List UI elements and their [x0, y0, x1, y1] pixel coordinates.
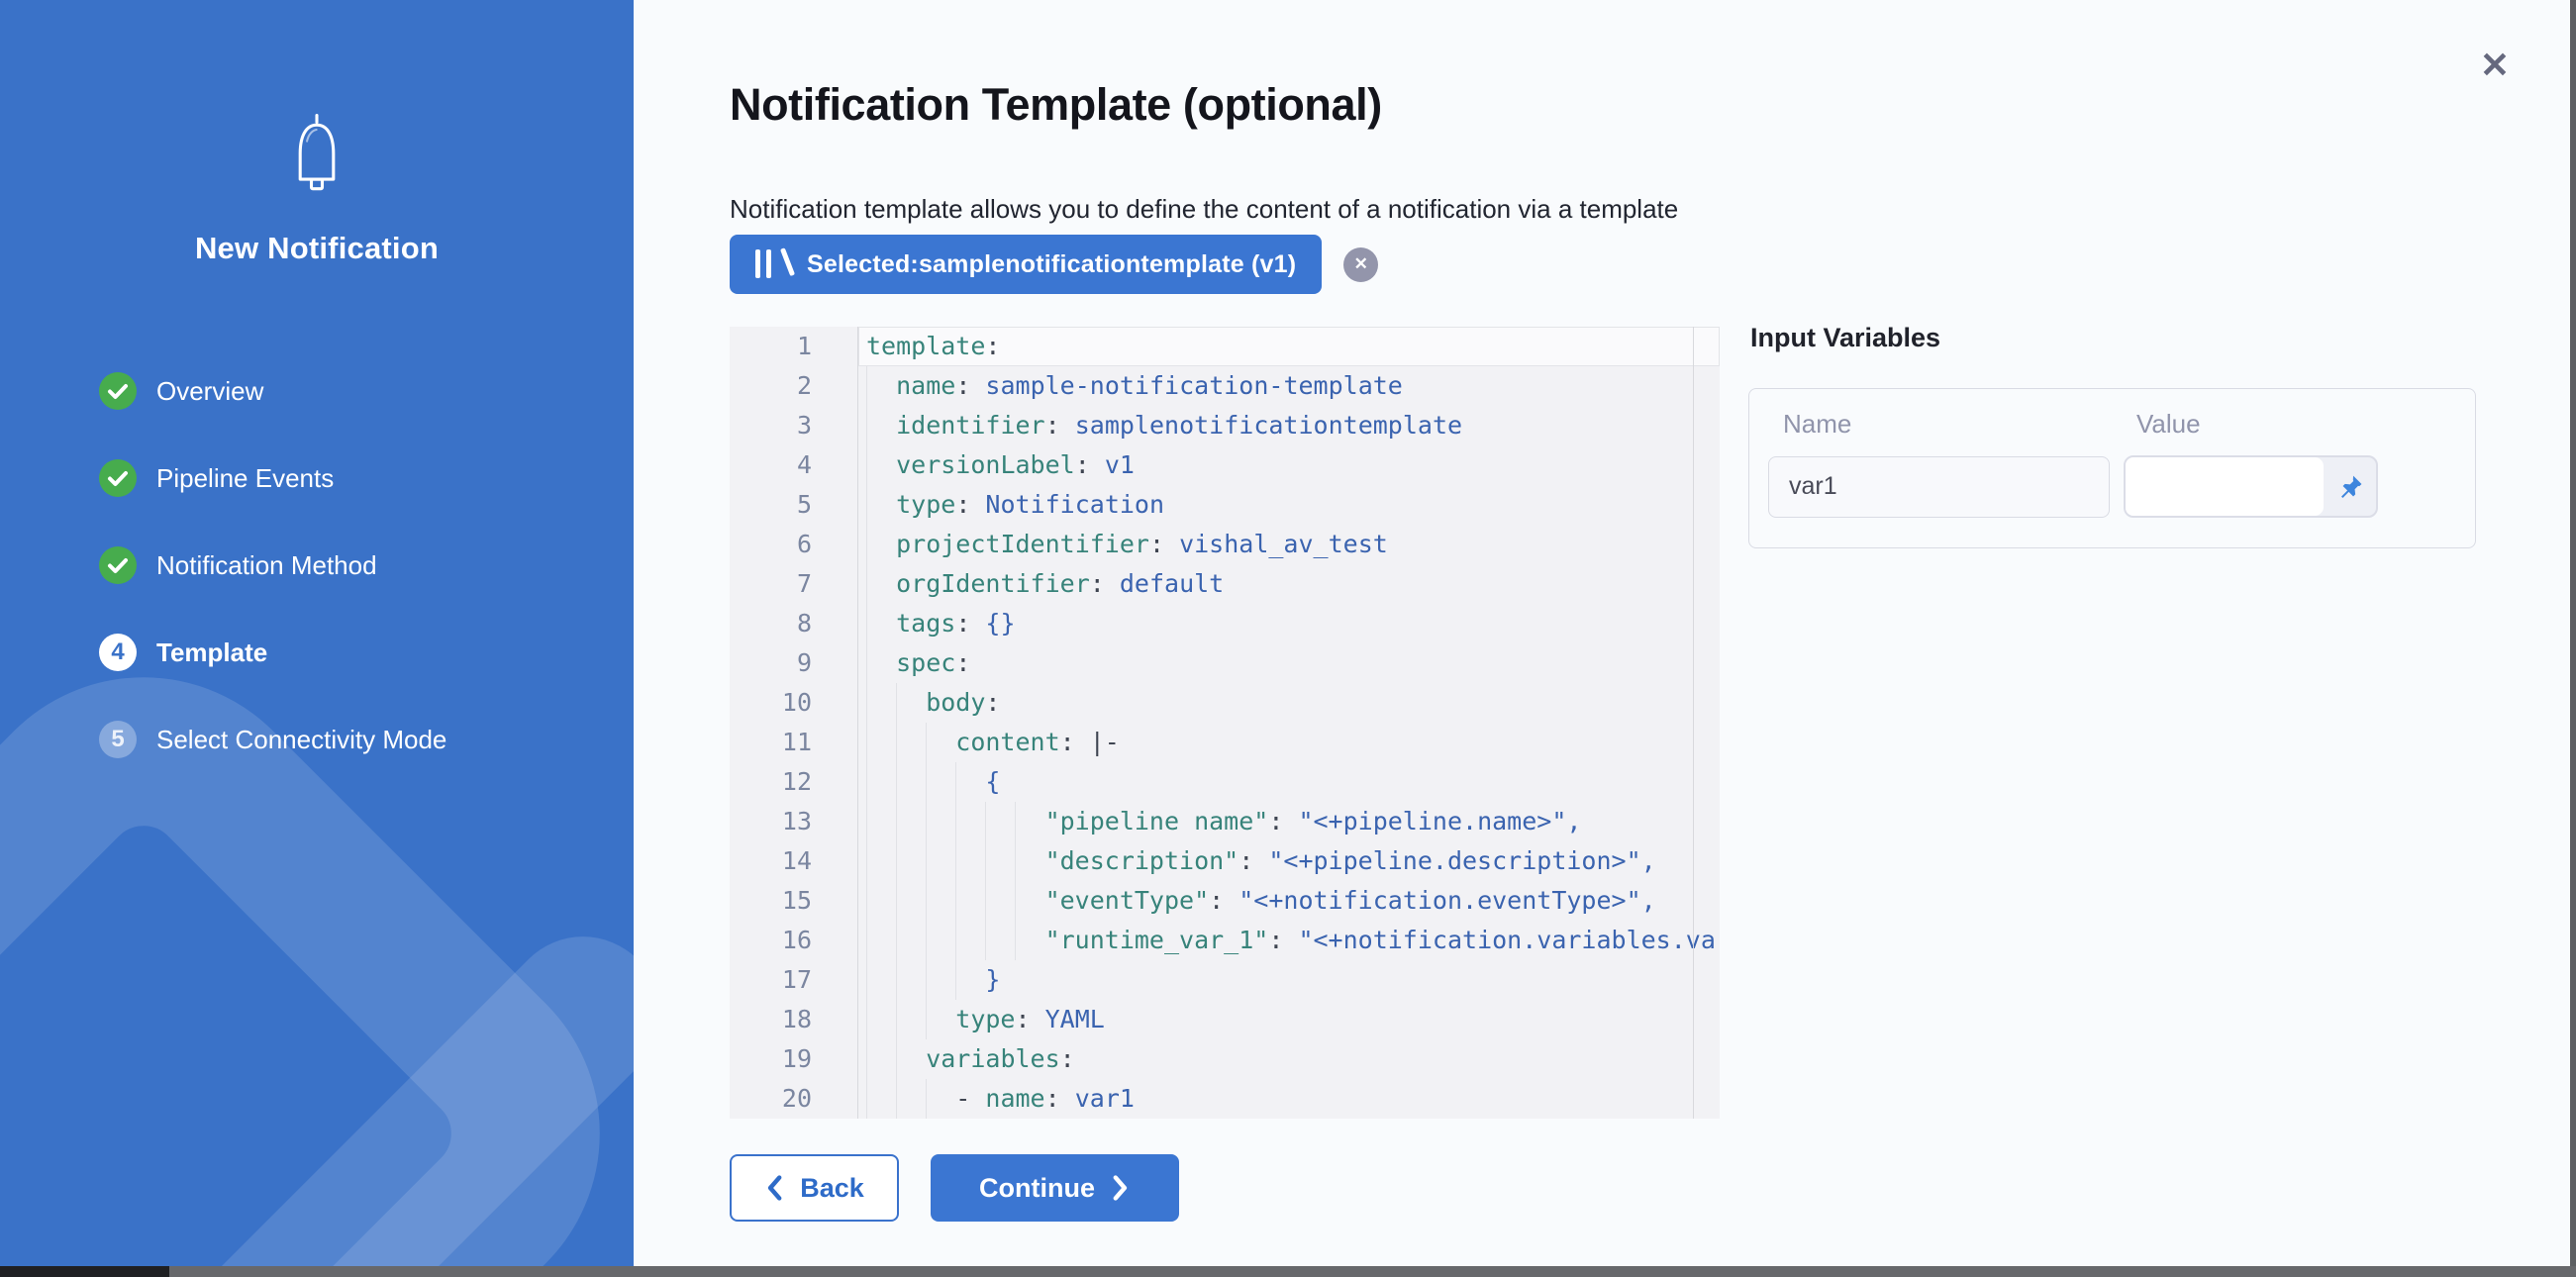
code-line: 18type: YAML [730, 1000, 1720, 1039]
sidebar-step-select-connectivity-mode[interactable]: 5 Select Connectivity Mode [99, 696, 594, 783]
yaml-editor[interactable]: 1template:2name: sample-notification-tem… [730, 327, 1720, 1119]
sidebar-step-template[interactable]: 4 Template [99, 609, 594, 696]
back-button[interactable]: Back [730, 1154, 899, 1222]
line-number: 9 [730, 643, 858, 683]
remove-template-button[interactable]: ✕ [1343, 247, 1378, 282]
step-label: Template [156, 638, 267, 668]
selected-template-chip[interactable]: Selected:samplenotificationtemplate (v1) [730, 235, 1322, 294]
line-number: 13 [730, 802, 858, 841]
code-line: 9spec: [730, 643, 1720, 683]
code-line: 12{ [730, 762, 1720, 802]
footer-actions: Back Continue [730, 1154, 1179, 1222]
code-line: 16"runtime_var_1": "<+notification.varia… [730, 921, 1720, 960]
main-panel: ✕ Notification Template (optional) Notif… [634, 0, 2576, 1277]
variable-name-input[interactable] [1768, 456, 2110, 518]
line-number: 15 [730, 881, 858, 921]
step-number: 4 [99, 634, 137, 671]
template-library-icon [755, 249, 791, 279]
close-icon: ✕ [1354, 254, 1368, 274]
code-line: 7orgIdentifier: default [730, 564, 1720, 604]
horizontal-scrollbar[interactable] [0, 1266, 2576, 1277]
continue-button[interactable]: Continue [931, 1154, 1179, 1222]
input-variables-card: Name Value [1748, 388, 2476, 548]
back-button-label: Back [800, 1173, 864, 1204]
line-number: 12 [730, 762, 858, 802]
step-number: 5 [99, 721, 137, 758]
code-line: 4versionLabel: v1 [730, 445, 1720, 485]
code-line: 19variables: [730, 1039, 1720, 1079]
horizontal-scrollbar-thumb[interactable] [0, 1266, 169, 1277]
line-number: 3 [730, 406, 858, 445]
code-line: 13"pipeline name": "<+pipeline.name>", [730, 802, 1720, 841]
variable-rows [1749, 455, 2475, 518]
selected-template-row: Selected:samplenotificationtemplate (v1)… [730, 235, 1378, 294]
wizard-steps: Overview Pipeline Events Notification Meth… [99, 347, 594, 783]
line-number: 5 [730, 485, 858, 525]
variable-row [1749, 455, 2475, 518]
chevron-right-icon [1111, 1175, 1131, 1201]
code-lines: 1template:2name: sample-notification-tem… [730, 327, 1720, 1119]
code-line: 6projectIdentifier: vishal_av_test [730, 525, 1720, 564]
wizard-title: New Notification [0, 231, 634, 266]
line-number: 2 [730, 366, 858, 406]
step-label: Select Connectivity Mode [156, 725, 446, 755]
wizard-sidebar: New Notification Overview Pipeline Events… [0, 0, 634, 1277]
line-number: 1 [730, 327, 858, 366]
vertical-scrollbar[interactable] [2570, 0, 2576, 1277]
code-line: 11content: |- [730, 723, 1720, 762]
line-number: 10 [730, 683, 858, 723]
line-number: 18 [730, 1000, 858, 1039]
code-line: 1template: [730, 327, 1720, 366]
step-label: Notification Method [156, 550, 377, 581]
line-number: 4 [730, 445, 858, 485]
check-icon [99, 546, 137, 584]
line-number: 19 [730, 1039, 858, 1079]
close-button[interactable]: ✕ [2471, 42, 2519, 89]
step-label: Overview [156, 376, 263, 407]
code-line: 5type: Notification [730, 485, 1720, 525]
page-description: Notification template allows you to defi… [730, 194, 1678, 225]
code-line: 2name: sample-notification-template [730, 366, 1720, 406]
sidebar-step-notification-method[interactable]: Notification Method [99, 522, 594, 609]
step-label: Pipeline Events [156, 463, 334, 494]
code-line: 20- name: var1 [730, 1079, 1720, 1119]
continue-button-label: Continue [979, 1173, 1095, 1204]
line-number: 8 [730, 604, 858, 643]
code-line: 10body: [730, 683, 1720, 723]
check-icon [99, 459, 137, 497]
code-line: 17} [730, 960, 1720, 1000]
code-line: 8tags: {} [730, 604, 1720, 643]
check-icon [99, 372, 137, 410]
line-number: 20 [730, 1079, 858, 1119]
code-line: 15"eventType": "<+notification.eventType… [730, 881, 1720, 921]
chevron-left-icon [764, 1175, 784, 1201]
code-line: 14"description": "<+pipeline.description… [730, 841, 1720, 881]
sidebar-step-overview[interactable]: Overview [99, 347, 594, 435]
app-root: New Notification Overview Pipeline Events… [0, 0, 2576, 1277]
line-number: 14 [730, 841, 858, 881]
line-number: 16 [730, 921, 858, 960]
line-number: 6 [730, 525, 858, 564]
column-header-name: Name [1783, 409, 2136, 440]
bell-icon [0, 107, 634, 205]
variable-value-group [2124, 455, 2378, 518]
pin-icon [2336, 473, 2364, 501]
pin-button[interactable] [2324, 457, 2376, 516]
line-number: 17 [730, 960, 858, 1000]
input-variables-title: Input Variables [1750, 323, 1940, 353]
column-header-value: Value [2136, 409, 2201, 440]
line-number: 11 [730, 723, 858, 762]
variable-value-input[interactable] [2126, 457, 2324, 516]
sidebar-step-pipeline-events[interactable]: Pipeline Events [99, 435, 594, 522]
page-title: Notification Template (optional) [730, 79, 1382, 131]
line-number: 7 [730, 564, 858, 604]
code-line: 3identifier: samplenotificationtemplate [730, 406, 1720, 445]
selected-template-label: Selected:samplenotificationtemplate (v1) [807, 250, 1296, 279]
